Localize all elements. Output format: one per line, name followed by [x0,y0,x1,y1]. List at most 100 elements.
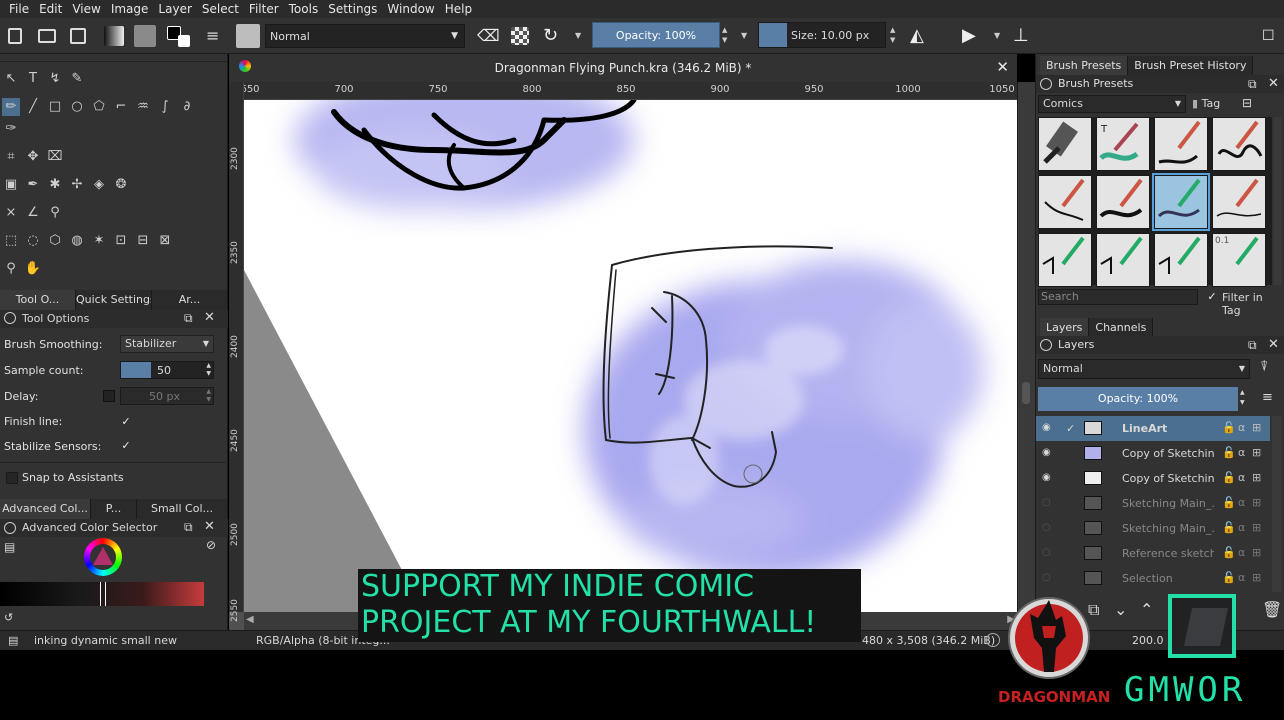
scroll-left-icon[interactable]: ◀ [246,614,254,625]
close-icon[interactable]: ✕ [204,310,215,325]
reload-preset-icon[interactable]: ↻ [543,26,563,46]
color-triangle[interactable] [93,547,113,565]
sample-count-input[interactable]: 50 ▲ ▼ [120,361,214,379]
freehand-select-icon[interactable]: ◍ [68,232,86,250]
layer-scrollbar[interactable] [1272,416,1282,592]
close-icon[interactable]: ✕ [1268,75,1279,93]
lock-icon[interactable]: 🔓 [1222,521,1236,534]
document-tab[interactable]: Dragonman Flying Punch.kra (346.2 MiB) *… [229,54,1017,82]
filter-in-tag-checkbox[interactable]: ✓ [1206,291,1218,303]
lock-icon[interactable]: 🔓 [1222,421,1236,434]
tab-layers[interactable]: Layers [1040,318,1090,337]
lock-icon[interactable]: 🔓 [1222,571,1236,584]
tab-advanced-color[interactable]: Advanced Col... [0,499,91,519]
tab-brush-presets[interactable]: Brush Presets [1040,56,1129,75]
reference-tool-icon[interactable]: ⚲ [46,204,64,222]
mirror-vertical-icon[interactable]: ▶ [962,26,982,46]
select-shapes-icon[interactable]: ↖ [2,70,20,88]
menu-file[interactable]: File [4,2,34,16]
eye-closed-icon[interactable]: ○ [1042,523,1054,533]
open-document-icon[interactable] [38,29,56,43]
background-color-icon[interactable] [178,35,190,47]
alpha-icon[interactable]: α [1238,421,1245,434]
inherit-alpha-icon[interactable]: ⊞ [1252,496,1261,509]
menu-edit[interactable]: Edit [34,2,67,16]
dock-collapse-icon[interactable] [4,312,16,324]
stabilize-sensors-checkbox[interactable]: ✓ [120,440,132,452]
tab-artistic[interactable]: Ar... [152,290,228,310]
polygon-tool-icon[interactable]: ⬠ [90,98,108,116]
rectangular-select-icon[interactable]: ⬚ [2,232,20,250]
color-gradient-bar[interactable] [0,582,204,606]
alpha-icon[interactable]: α [1238,571,1245,584]
float-dock-icon[interactable]: ⧉ [184,311,193,326]
close-icon[interactable]: ✕ [996,58,1009,76]
inherit-alpha-icon[interactable]: ⊞ [1252,446,1261,459]
alpha-icon[interactable]: α [1238,446,1245,459]
multibrush-icon[interactable]: ✑ [2,120,20,138]
rectangle-tool-icon[interactable]: □ [46,98,64,116]
layer-row[interactable]: ○ Sketching Main_... 🔓 α ⊞ [1036,491,1270,516]
assistant-tool-icon[interactable]: ✢ [68,176,86,194]
alpha-icon[interactable]: α [1238,546,1245,559]
magnetic-select-icon[interactable]: ⊠ [156,232,174,250]
preset-tag-select[interactable]: Comics ▼ [1038,95,1186,113]
dock-collapse-icon[interactable] [4,522,16,534]
inherit-alpha-icon[interactable]: ⊞ [1252,546,1261,559]
line-tool-icon[interactable]: ╱ [24,98,42,116]
similar-select-icon[interactable]: ⊡ [112,232,130,250]
tab-channels[interactable]: Channels [1089,318,1154,337]
spin-arrows-icon[interactable]: ▲ ▼ [206,388,211,404]
crop-tool-icon[interactable]: ⌗ [2,148,20,166]
move-tool-icon[interactable]: ✥ [24,148,42,166]
chevron-down-icon[interactable]: ▼ [575,31,581,40]
color-slider-handle[interactable] [100,582,106,606]
tab-tool-options[interactable]: Tool O... [0,290,76,310]
chevron-down-icon[interactable]: ▼ [994,31,1000,40]
menu-filter[interactable]: Filter [244,2,284,16]
delay-input[interactable]: 50 px ▲ ▼ [120,387,214,405]
layer-row[interactable]: ◉ Copy of Sketchin... 🔓 α ⊞ [1036,441,1270,466]
menu-tools[interactable]: Tools [284,2,324,16]
lock-icon[interactable]: 🔓 [1222,471,1236,484]
wrap-around-icon[interactable]: ⊥ [1013,26,1033,46]
preset-thumbnail[interactable] [1038,233,1092,287]
text-tool-icon[interactable]: T [24,70,42,88]
opacity-slider[interactable]: Opacity: 100% [592,22,720,48]
freehand-path-icon[interactable]: ∫ [156,98,174,116]
dynamic-brush-icon[interactable]: ∂ [178,98,196,116]
tab-quick-settings[interactable]: Quick Settings ... [76,290,152,310]
eye-icon[interactable]: ◉ [1042,423,1054,433]
tab-brush-preset-history[interactable]: Brush Preset History [1128,56,1254,75]
spin-arrows-icon[interactable]: ▲ ▼ [1240,388,1245,408]
alpha-icon[interactable]: α [1238,521,1245,534]
preset-thumbnail[interactable] [1096,233,1150,287]
inherit-alpha-icon[interactable]: ⊞ [1252,521,1261,534]
lock-icon[interactable]: 🔓 [1222,446,1236,459]
refresh-icon[interactable]: ↺ [4,611,13,624]
save-icon[interactable] [70,28,86,44]
layer-menu-icon[interactable]: ≡ [1262,390,1273,405]
tab-palette[interactable]: P... [91,499,137,519]
spin-arrows-icon[interactable]: ▲ ▼ [722,25,727,45]
menu-window[interactable]: Window [382,2,439,16]
drawing-canvas[interactable] [244,100,1017,612]
polyline-tool-icon[interactable]: ⌐ [112,98,130,116]
filter-icon[interactable]: ⍒ [1260,359,1268,375]
brush-preset-icon[interactable] [236,24,260,48]
dock-collapse-icon[interactable] [1040,339,1052,351]
zoom-tool-icon[interactable]: ⚲ [2,260,20,278]
eraser-icon[interactable]: ⌫ [477,26,500,46]
layer-blend-select[interactable]: Normal ▼ [1038,359,1250,379]
gradient-tool-icon[interactable]: ▣ [2,176,20,194]
mirror-horizontal-icon[interactable]: ◭ [910,26,930,46]
inherit-alpha-icon[interactable]: ⊞ [1252,571,1261,584]
finish-line-checkbox[interactable]: ✓ [120,416,132,428]
color-picker-icon[interactable]: ✒ [24,176,42,194]
rotation-icon[interactable] [986,633,1000,647]
assistant-icon[interactable]: ⨯ [2,204,20,222]
brush-smoothing-select[interactable]: Stabilizer ▼ [120,335,214,353]
tab-small-color[interactable]: Small Col... [137,499,228,519]
transform-tool-icon[interactable]: ⌧ [46,148,64,166]
pattern-icon[interactable] [134,25,156,47]
